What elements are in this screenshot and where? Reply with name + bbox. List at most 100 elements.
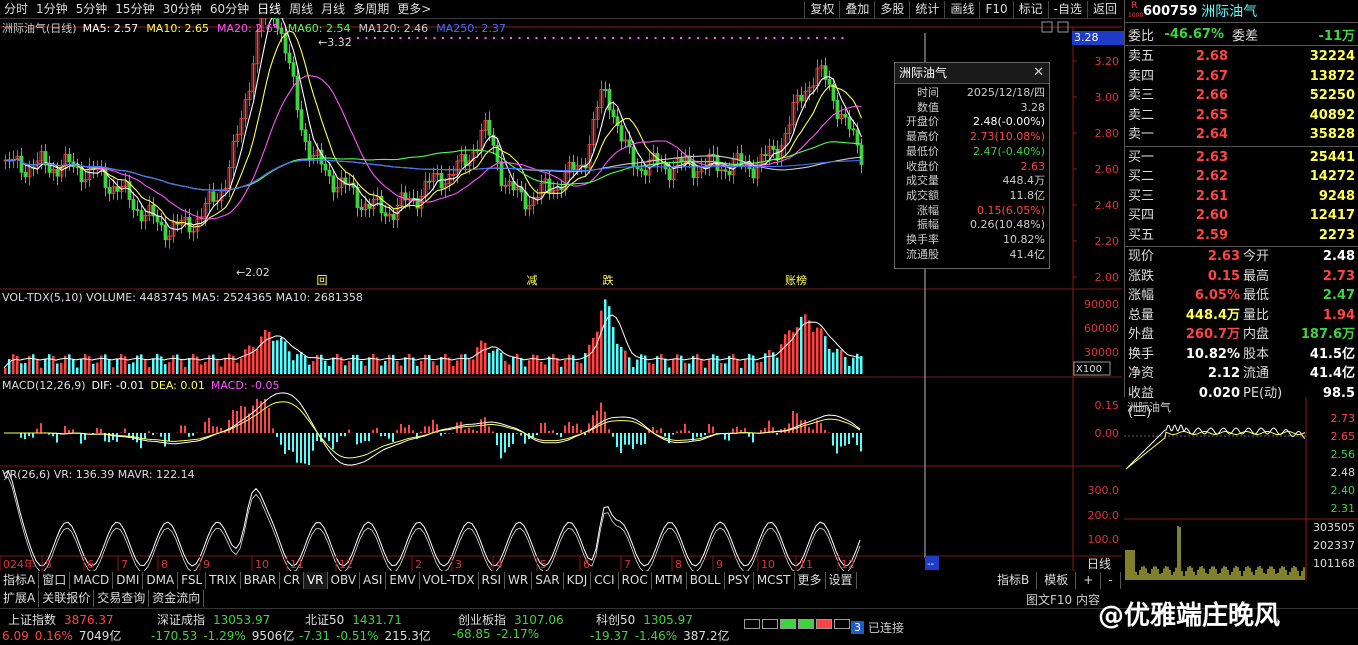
volume-bar: [112, 367, 115, 374]
indicator-tab-13[interactable]: VOL-TDX: [420, 572, 479, 589]
toolbar-button-1[interactable]: 叠加: [839, 0, 874, 18]
index-item[interactable]: 创业板指 3107.06: [458, 611, 564, 628]
index-item[interactable]: 北证50 1431.71: [305, 611, 402, 628]
indicator-tab-14[interactable]: RSI: [479, 572, 506, 589]
indicator-tab-2[interactable]: MACD: [70, 572, 114, 589]
period-tab-0[interactable]: 分时: [0, 0, 32, 18]
signal-dot: [731, 37, 733, 39]
indicator-tab-1[interactable]: 窗口: [39, 572, 71, 589]
event-marker[interactable]: 减: [527, 274, 538, 287]
volume-bar: [16, 355, 19, 374]
indicator-tab-19[interactable]: ROC: [619, 572, 652, 589]
order-volume: 14272: [1309, 169, 1355, 184]
tooltip-value: 2.63: [1020, 159, 1046, 173]
tooltip-value: 0.15(6.05%): [976, 203, 1045, 217]
volume-bar: [784, 334, 787, 374]
order-book-row: 买四 2.60 12417: [1125, 206, 1358, 226]
top-toolbar: 分时 1分钟 5分钟 15分钟 30分钟 60分钟 日线 周线 月线 多周期 更多> 复权 叠加 多股统…: [0, 0, 1122, 19]
period-tab-9[interactable]: 多周期: [349, 0, 393, 18]
volume-bar: [472, 359, 475, 374]
event-marker[interactable]: 跌: [603, 273, 614, 287]
status-tab-0[interactable]: 扩展A: [0, 590, 40, 607]
period-tab-10[interactable]: 更多>: [393, 0, 435, 18]
indicator-tab-0[interactable]: 指标A: [0, 572, 40, 589]
event-marker[interactable]: 回: [317, 274, 328, 287]
f10-label[interactable]: 图文F10 内容: [1026, 591, 1100, 608]
indicator-tab-16[interactable]: SAR: [532, 572, 564, 589]
volume-bar: [664, 358, 667, 374]
indicator-tab-3[interactable]: DMI: [113, 572, 144, 589]
index-change: 6.09 0.16% 7049亿: [2, 627, 121, 644]
indicator-tab-23[interactable]: MCST: [754, 572, 795, 589]
indicator-tab-10[interactable]: OBV: [328, 572, 361, 589]
indicator-tab-6[interactable]: TRIX: [206, 572, 241, 589]
toolbar-button-2[interactable]: 多股: [874, 0, 909, 18]
intraday-mini-chart[interactable]: 2.73 2.65 2.56 2.48 2.40 2.31 303505 202337 1011…: [1124, 397, 1358, 581]
index-ticker-bar: 上证指数 3876.37 6.09 0.16% 7049亿 深证成指 13053.97 -17…: [0, 601, 1358, 645]
indicator-tab-9[interactable]: VR: [303, 572, 328, 589]
volume-bar: [372, 354, 375, 374]
volume-bar: [132, 362, 135, 374]
volume-bar: [516, 354, 519, 374]
toolbar-button-4[interactable]: 画线: [944, 0, 979, 18]
candle-body: [19, 155, 24, 173]
toolbar-button-7[interactable]: -自选: [1047, 0, 1087, 18]
status-tab-2[interactable]: 交易查询: [94, 590, 150, 607]
order-price: 2.66: [1195, 88, 1228, 103]
index-item[interactable]: 科创50 1305.97: [596, 611, 693, 628]
close-icon[interactable]: ✕: [1033, 63, 1049, 83]
period-tab-5[interactable]: 60分钟: [206, 0, 253, 18]
period-tab-2[interactable]: 5分钟: [72, 0, 112, 18]
indicator-tab-25[interactable]: 设置: [826, 572, 857, 589]
period-tab-3[interactable]: 15分钟: [111, 0, 158, 18]
volume-bar: [240, 358, 243, 374]
indicator-tab-20[interactable]: MTM: [652, 572, 687, 589]
indicator-tab-21[interactable]: BOLL: [687, 572, 725, 589]
indicator-tab-5[interactable]: FSL: [178, 572, 207, 589]
event-marker[interactable]: 账榜: [785, 273, 807, 287]
period-tab-7[interactable]: 周线: [285, 0, 317, 18]
status-tab-3[interactable]: 资金流向: [149, 590, 205, 607]
candle-body: [383, 212, 388, 217]
volume-bar: [92, 363, 95, 374]
indicator-tab-7[interactable]: BRAR: [241, 572, 281, 589]
toolbar-button-0[interactable]: 复权: [804, 0, 839, 18]
ma-legend-item: MA10: 2.65: [146, 21, 210, 35]
indicator-right-tab-3[interactable]: -: [1101, 572, 1121, 589]
index-item[interactable]: 上证指数 3876.37: [8, 611, 114, 628]
index-item[interactable]: 深证成指 13053.97: [157, 611, 270, 628]
signal-dot: [552, 37, 555, 39]
period-tab-8[interactable]: 月线: [317, 0, 349, 18]
volume-bar: [308, 364, 311, 374]
indicator-tab-15[interactable]: WR: [505, 572, 533, 589]
toolbar-button-8[interactable]: 返回: [1086, 0, 1122, 18]
indicator-tab-17[interactable]: KDJ: [564, 572, 592, 589]
indicator-tab-11[interactable]: ASI: [360, 572, 387, 589]
indicator-tab-4[interactable]: DMA: [143, 572, 179, 589]
indicator-tab-24[interactable]: 更多: [795, 572, 826, 589]
indicator-tab-12[interactable]: EMV: [386, 572, 420, 589]
data-tooltip-window[interactable]: 洲际油气 ✕ 时间 2025/12/18/四 数值 3.28 开盘价 2.48(-0.00…: [894, 62, 1050, 269]
indicator-right-tab-0[interactable]: 指标B: [990, 572, 1038, 589]
toolbar-button-6[interactable]: 标记: [1012, 0, 1048, 18]
order-level-label: 卖二: [1128, 107, 1155, 123]
vr-axis-label: 300.0: [1088, 484, 1120, 497]
indicator-right-tab-2[interactable]: +: [1076, 572, 1102, 589]
toolbar-button-3[interactable]: 统计: [909, 0, 944, 18]
indicator-tab-18[interactable]: CCI: [591, 572, 619, 589]
volume-bar: [216, 360, 219, 374]
volume-bar: [452, 366, 455, 374]
indicator-tab-22[interactable]: PSY: [725, 572, 754, 589]
period-tab-1[interactable]: 1分钟: [32, 0, 72, 18]
stat-value: 41.5亿: [1309, 346, 1355, 362]
signal-dot: [714, 37, 716, 39]
toolbar-button-5[interactable]: F10: [979, 0, 1012, 18]
period-tab-4[interactable]: 30分钟: [159, 0, 206, 18]
tooltip-key: 时间: [917, 86, 939, 99]
volume-bar: [604, 299, 607, 374]
period-tab-6[interactable]: 日线: [253, 0, 285, 18]
volume-bar: [140, 354, 143, 374]
indicator-right-tab-1[interactable]: 模板: [1037, 572, 1077, 589]
status-tab-1[interactable]: 关联报价: [39, 590, 95, 607]
indicator-tab-8[interactable]: CR: [280, 572, 304, 589]
